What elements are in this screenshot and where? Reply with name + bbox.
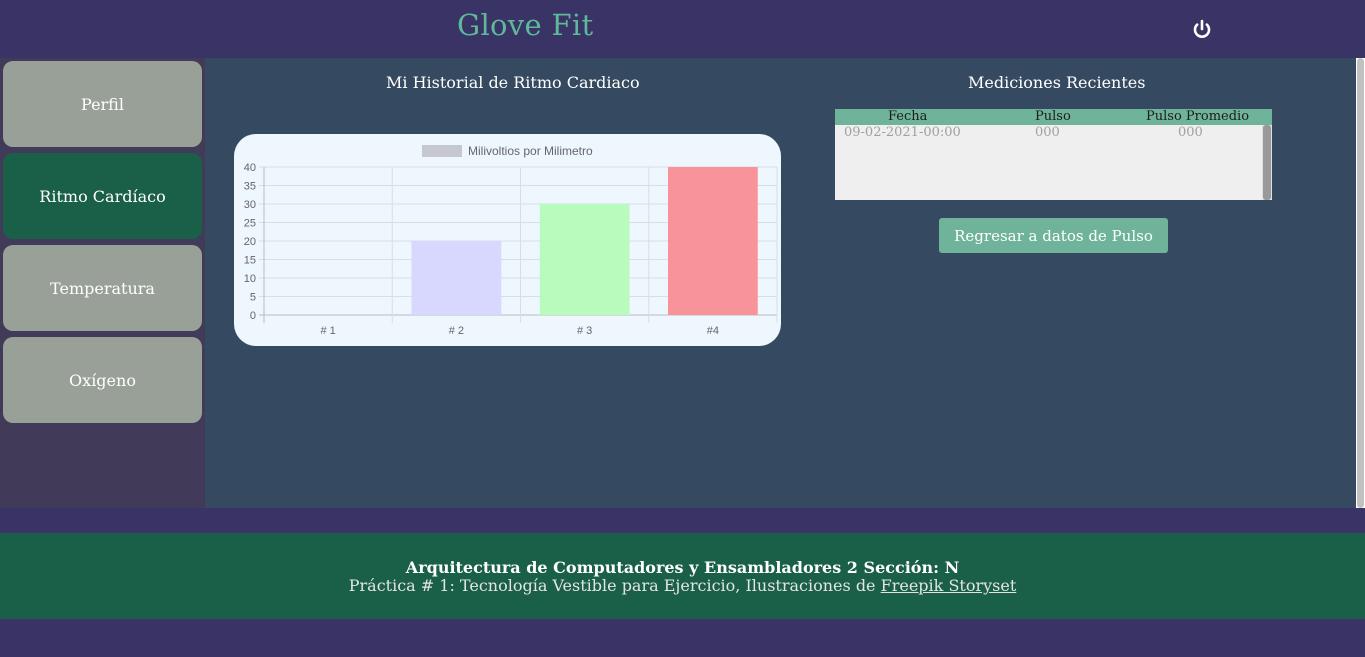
bar-4 xyxy=(667,167,758,315)
sidebar-item-label: Ritmo Cardíaco xyxy=(39,186,166,206)
column-header-pulso: Pulso xyxy=(1035,109,1071,124)
cell-pulso: 000 xyxy=(1035,125,1060,140)
y-tick-label: 30 xyxy=(244,199,256,211)
y-tick-label: 25 xyxy=(244,218,256,230)
y-tick-label: 40 xyxy=(244,162,256,174)
app-title: Glove Fit xyxy=(457,8,594,42)
table-header: Fecha Pulso Pulso Promedio xyxy=(835,109,1272,125)
y-tick-label: 15 xyxy=(244,255,256,267)
back-to-pulse-button[interactable]: Regresar a datos de Pulso xyxy=(939,218,1168,253)
column-header-fecha: Fecha xyxy=(888,109,928,124)
y-tick-label: 20 xyxy=(244,236,256,248)
sidebar: Perfil Ritmo Cardíaco Temperatura Oxígen… xyxy=(0,58,205,508)
footer-subtitle-text: Práctica # 1: Tecnología Vestible para E… xyxy=(348,576,881,595)
y-tick-label: 35 xyxy=(244,181,256,193)
chart-section-title: Mi Historial de Ritmo Cardiaco xyxy=(386,73,640,92)
sidebar-item-label: Oxígeno xyxy=(69,370,136,390)
chart-card: 0 5 10 15 20 25 30 35 40 # 1 # 2 # 3 #4 Milivoltios p… xyxy=(234,134,781,346)
x-tick-label: #4 xyxy=(707,325,719,337)
table-scrollbar-thumb[interactable] xyxy=(1263,125,1271,200)
legend-label: Milivoltios por Milimetro xyxy=(468,144,593,158)
y-tick-label: 5 xyxy=(250,292,256,304)
sidebar-item-temperatura[interactable]: Temperatura xyxy=(3,245,202,331)
bar-2 xyxy=(411,241,502,315)
cell-pulso-promedio: 000 xyxy=(1178,125,1203,140)
x-tick-label: # 3 xyxy=(577,325,592,337)
footer-subtitle: Práctica # 1: Tecnología Vestible para E… xyxy=(0,576,1365,595)
freepik-storyset-link[interactable]: Freepik Storyset xyxy=(881,576,1017,595)
column-header-pulso-promedio: Pulso Promedio xyxy=(1146,109,1250,124)
measurements-table: Fecha Pulso Pulso Promedio 09-02-2021-00… xyxy=(835,109,1272,200)
table-scrollbar[interactable] xyxy=(1262,125,1272,200)
footer: Arquitectura de Computadores y Ensamblad… xyxy=(0,533,1365,619)
footer-title: Arquitectura de Computadores y Ensamblad… xyxy=(405,558,960,577)
recent-measurements-title: Mediciones Recientes xyxy=(968,73,1146,92)
y-tick-label: 0 xyxy=(250,310,256,322)
power-icon[interactable] xyxy=(1190,17,1214,41)
sidebar-item-label: Perfil xyxy=(81,94,124,114)
sidebar-item-perfil[interactable]: Perfil xyxy=(3,61,202,147)
sidebar-item-ritmo-cardiaco[interactable]: Ritmo Cardíaco xyxy=(3,153,202,239)
heart-rate-chart: 0 5 10 15 20 25 30 35 40 # 1 # 2 # 3 #4 Milivoltios p… xyxy=(244,144,778,337)
x-tick-label: # 2 xyxy=(449,325,464,337)
page-scrollbar[interactable] xyxy=(1356,58,1365,508)
y-tick-label: 10 xyxy=(244,273,256,285)
page-scrollbar-thumb[interactable] xyxy=(1357,58,1364,508)
top-bar: Glove Fit xyxy=(0,0,1365,58)
sidebar-item-oxigeno[interactable]: Oxígeno xyxy=(3,337,202,423)
x-tick-label: # 1 xyxy=(320,325,335,337)
legend-swatch xyxy=(422,145,462,157)
sidebar-item-label: Temperatura xyxy=(50,278,155,298)
bar-3 xyxy=(539,204,630,315)
cell-fecha: 09-02-2021-00:00 xyxy=(844,125,961,140)
